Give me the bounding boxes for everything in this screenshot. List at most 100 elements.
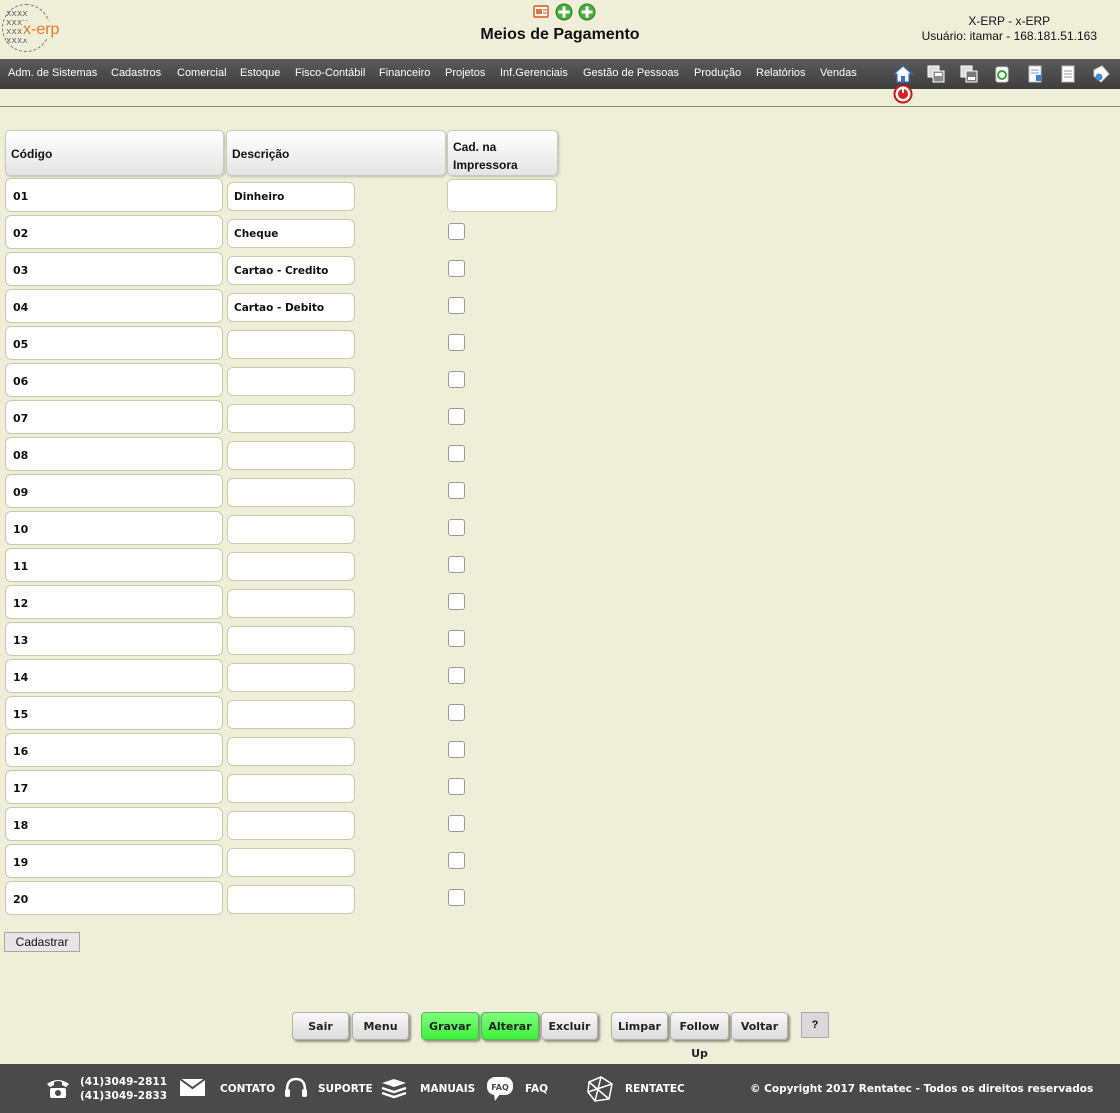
copy-window-icon[interactable] (959, 64, 979, 84)
cad-impressora-field[interactable] (447, 179, 557, 212)
cad-impressora-checkbox[interactable] (448, 778, 465, 795)
document-icon[interactable] (1058, 64, 1078, 84)
cad-impressora-checkbox[interactable] (448, 889, 465, 906)
cad-impressora-checkbox[interactable] (448, 408, 465, 425)
menu-item-comercial[interactable]: Comercial (177, 67, 227, 79)
menu-item-relatorios[interactable]: Relatórios (756, 67, 806, 79)
descricao-field[interactable] (227, 774, 355, 803)
descricao-field[interactable] (227, 478, 355, 507)
voltar-button[interactable]: Voltar (731, 1012, 788, 1040)
descricao-field[interactable]: Dinheiro (227, 182, 355, 211)
document-edit-icon[interactable] (1025, 64, 1045, 84)
descricao-field[interactable] (227, 404, 355, 433)
cadastrar-button[interactable]: Cadastrar (4, 932, 80, 952)
follow-up-button[interactable]: Follow Up (670, 1012, 729, 1060)
cad-impressora-checkbox[interactable] (448, 556, 465, 573)
home-icon[interactable] (892, 64, 914, 84)
faq-icon[interactable]: FAQ (486, 1076, 516, 1105)
cad-impressora-checkbox[interactable] (448, 445, 465, 462)
descricao-field[interactable] (227, 885, 355, 914)
codigo-field[interactable]: 19 (5, 844, 223, 878)
cad-impressora-checkbox[interactable] (448, 482, 465, 499)
descricao-field[interactable] (227, 700, 355, 729)
codigo-field[interactable]: 02 (5, 215, 223, 249)
alterar-button[interactable]: Alterar (481, 1012, 539, 1040)
codigo-field[interactable]: 20 (5, 881, 223, 915)
menu-item-inf-gerenciais[interactable]: Inf.Gerenciais (500, 67, 568, 79)
descricao-field[interactable] (227, 626, 355, 655)
codigo-field[interactable]: 11 (5, 548, 223, 582)
cad-impressora-checkbox[interactable] (448, 852, 465, 869)
cad-impressora-checkbox[interactable] (448, 667, 465, 684)
cad-impressora-checkbox[interactable] (448, 371, 465, 388)
codigo-field[interactable]: 14 (5, 659, 223, 693)
sair-button[interactable]: Sair (292, 1012, 349, 1040)
mail-icon[interactable] (179, 1078, 206, 1100)
menu-button[interactable]: Menu (352, 1012, 409, 1040)
menu-item-financeiro[interactable]: Financeiro (379, 67, 430, 79)
descricao-field[interactable] (227, 737, 355, 766)
cad-impressora-checkbox[interactable] (448, 593, 465, 610)
add-icon[interactable] (578, 3, 596, 21)
descricao-field[interactable] (227, 330, 355, 359)
codigo-field[interactable]: 07 (5, 400, 223, 434)
cad-impressora-checkbox[interactable] (448, 519, 465, 536)
codigo-field[interactable]: 03 (5, 252, 223, 286)
limpar-button[interactable]: Limpar (611, 1012, 668, 1040)
codigo-field[interactable]: 18 (5, 807, 223, 841)
power-icon[interactable] (893, 84, 913, 104)
cad-impressora-checkbox[interactable] (448, 334, 465, 351)
cad-impressora-checkbox[interactable] (448, 815, 465, 832)
descricao-field[interactable]: Cartao - Credito (227, 256, 355, 285)
descricao-field[interactable] (227, 589, 355, 618)
network-icon[interactable] (585, 1074, 615, 1107)
codigo-field[interactable]: 05 (5, 326, 223, 360)
headset-icon[interactable] (283, 1076, 309, 1105)
descricao-field[interactable] (227, 441, 355, 470)
codigo-field[interactable]: 09 (5, 474, 223, 508)
descricao-field[interactable] (227, 552, 355, 581)
menu-item-producao[interactable]: Produção (694, 67, 741, 79)
rentatec-link[interactable]: RENTATEC (625, 1083, 685, 1095)
gravar-button[interactable]: Gravar (421, 1012, 479, 1040)
codigo-field[interactable]: 06 (5, 363, 223, 397)
codigo-field[interactable]: 08 (5, 437, 223, 471)
menu-item-fisco-contabil[interactable]: Fisco-Contábil (295, 67, 365, 79)
descricao-field[interactable] (227, 811, 355, 840)
codigo-field[interactable]: 15 (5, 696, 223, 730)
descricao-field[interactable] (227, 515, 355, 544)
manuais-link[interactable]: MANUAIS (420, 1083, 475, 1095)
tag-icon[interactable] (1091, 64, 1111, 84)
codigo-field[interactable]: 10 (5, 511, 223, 545)
cad-impressora-checkbox[interactable] (448, 223, 465, 240)
cad-impressora-checkbox[interactable] (448, 297, 465, 314)
cad-impressora-checkbox[interactable] (448, 741, 465, 758)
presentation-icon[interactable] (533, 3, 550, 20)
cad-impressora-checkbox[interactable] (448, 704, 465, 721)
menu-item-gestao-pessoas[interactable]: Gestão de Pessoas (583, 67, 679, 79)
codigo-field[interactable]: 04 (5, 289, 223, 323)
cad-impressora-checkbox[interactable] (448, 260, 465, 277)
suporte-link[interactable]: SUPORTE (318, 1083, 373, 1095)
descricao-field[interactable]: Cheque (227, 219, 355, 248)
books-icon[interactable] (380, 1077, 408, 1104)
codigo-field[interactable]: 12 (5, 585, 223, 619)
menu-item-estoque[interactable]: Estoque (240, 67, 280, 79)
codigo-field[interactable]: 01 (5, 178, 223, 212)
add-icon[interactable] (555, 3, 573, 21)
excluir-button[interactable]: Excluir (541, 1012, 598, 1040)
contato-link[interactable]: CONTATO (220, 1083, 275, 1095)
menu-item-cadastros[interactable]: Cadastros (111, 67, 161, 79)
faq-link[interactable]: FAQ (525, 1083, 548, 1095)
codigo-field[interactable]: 13 (5, 622, 223, 656)
copy-window-icon[interactable] (926, 64, 946, 84)
help-button[interactable]: ? (801, 1012, 829, 1038)
menu-item-adm-sistemas[interactable]: Adm. de Sistemas (8, 67, 97, 79)
descricao-field[interactable] (227, 367, 355, 396)
descricao-field[interactable] (227, 663, 355, 692)
codigo-field[interactable]: 16 (5, 733, 223, 767)
descricao-field[interactable] (227, 848, 355, 877)
cad-impressora-checkbox[interactable] (448, 630, 465, 647)
descricao-field[interactable]: Cartao - Debito (227, 293, 355, 322)
recycle-icon[interactable] (992, 64, 1012, 84)
